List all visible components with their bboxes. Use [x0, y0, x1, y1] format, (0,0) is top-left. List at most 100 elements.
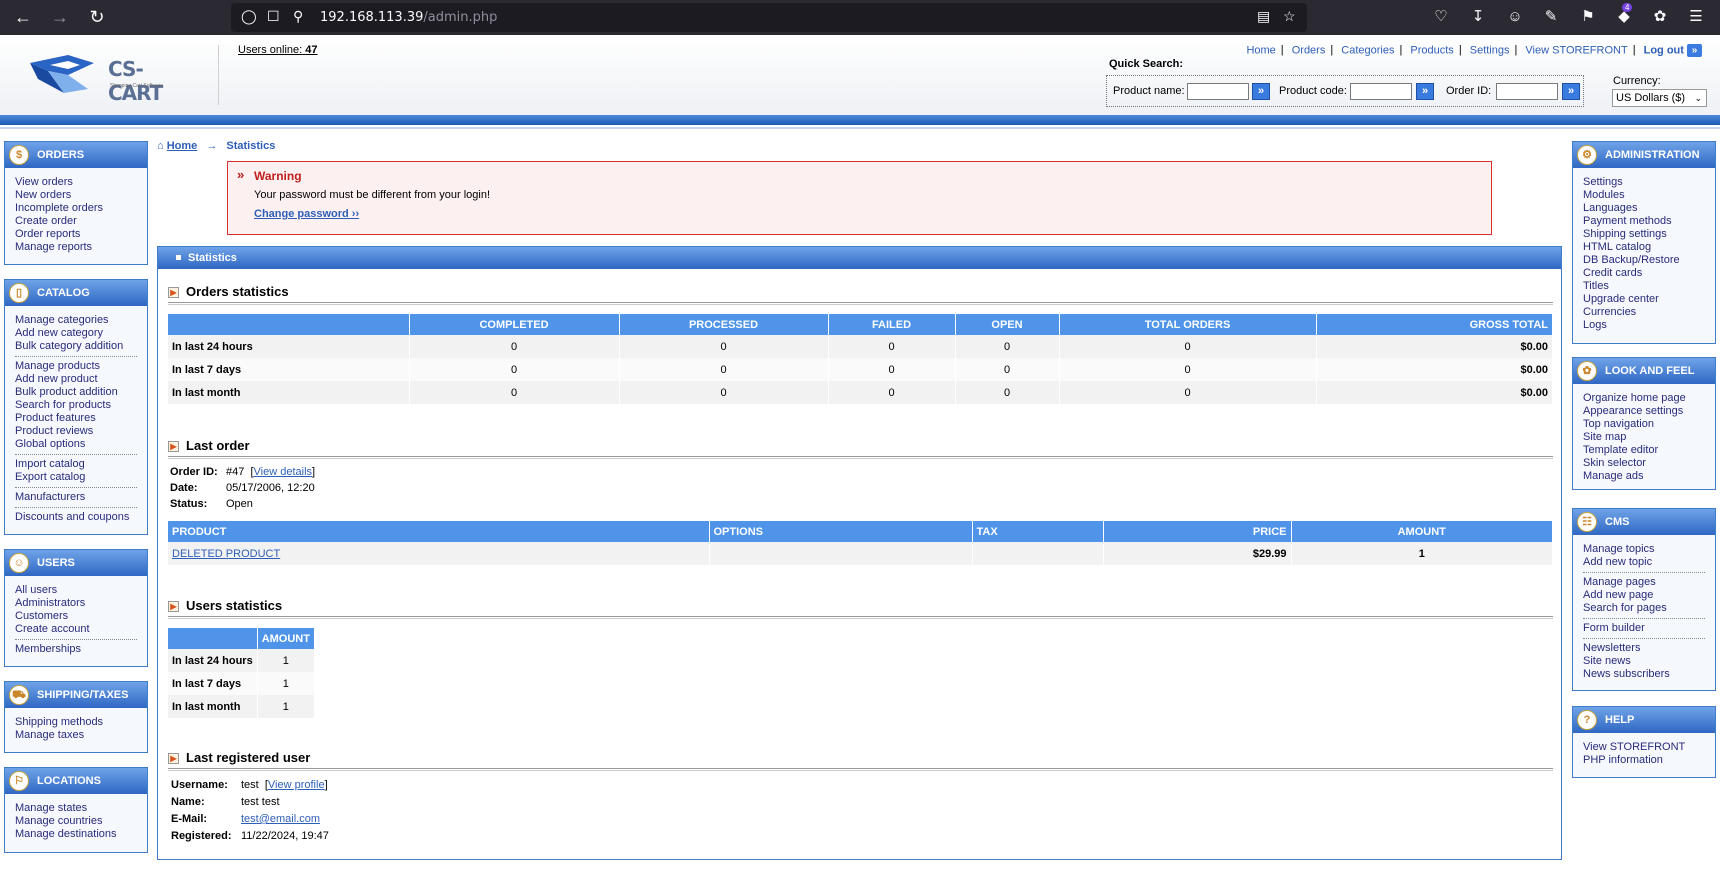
sidebar-item-search-for-products[interactable]: Search for products	[15, 399, 137, 412]
nav-categories[interactable]: Categories	[1341, 44, 1394, 56]
extensions-icon[interactable]: ✎	[1541, 7, 1561, 27]
home-icon[interactable]: ⌂	[157, 140, 164, 152]
product-name-input[interactable]	[1187, 83, 1249, 100]
sidebar-item-bulk-category-addition[interactable]: Bulk category addition	[15, 340, 137, 353]
sidebar-item-manage-products[interactable]: Manage products	[15, 360, 137, 373]
users-online[interactable]: Users online: 47	[238, 44, 318, 56]
sidebar-item-db-backup-restore[interactable]: DB Backup/Restore	[1583, 254, 1705, 267]
sidebar-item-manage-reports[interactable]: Manage reports	[15, 241, 137, 254]
menu-icon[interactable]: ☰	[1686, 7, 1706, 27]
sidebar-item-product-reviews[interactable]: Product reviews	[15, 425, 137, 438]
view-profile-link[interactable]: View profile	[268, 779, 325, 791]
sidebar-item-add-new-topic[interactable]: Add new topic	[1583, 556, 1705, 569]
sidebar-item-organize-home-page[interactable]: Organize home page	[1583, 392, 1705, 405]
lock-insecure-icon[interactable]: ☐	[267, 8, 280, 25]
sidebar-item-appearance-settings[interactable]: Appearance settings	[1583, 405, 1705, 418]
sidebar-item-form-builder[interactable]: Form builder	[1583, 622, 1705, 635]
account-icon[interactable]: ☺	[1505, 7, 1525, 27]
sidebar-item-customers[interactable]: Customers	[15, 610, 137, 623]
sidebar-item-site-news[interactable]: Site news	[1583, 655, 1705, 668]
sidebar-item-add-new-page[interactable]: Add new page	[1583, 589, 1705, 602]
nav-orders[interactable]: Orders	[1292, 44, 1326, 56]
sidebar-item-order-reports[interactable]: Order reports	[15, 228, 137, 241]
product-code-input[interactable]	[1350, 83, 1412, 100]
sidebar-item-export-catalog[interactable]: Export catalog	[15, 471, 137, 484]
sidebar-item-import-catalog[interactable]: Import catalog	[15, 458, 137, 471]
sidebar-item-add-new-category[interactable]: Add new category	[15, 327, 137, 340]
sidebar-item-titles[interactable]: Titles	[1583, 280, 1705, 293]
sidebar-item-new-orders[interactable]: New orders	[15, 189, 137, 202]
logout-link[interactable]: Log out	[1644, 44, 1684, 56]
pocket-icon[interactable]: ♡	[1431, 7, 1451, 27]
sidebar-item-site-map[interactable]: Site map	[1583, 431, 1705, 444]
sidebar-item-product-features[interactable]: Product features	[15, 412, 137, 425]
bookmark-star-icon[interactable]: ☆	[1283, 8, 1296, 25]
nav-products[interactable]: Products	[1410, 44, 1453, 56]
product-code-search-button[interactable]: »	[1416, 83, 1434, 100]
reader-view-icon[interactable]: ▤	[1257, 8, 1270, 25]
sidebar-item-languages[interactable]: Languages	[1583, 202, 1705, 215]
product-name-search-button[interactable]: »	[1252, 83, 1270, 100]
email-link[interactable]: test@email.com	[241, 813, 320, 825]
sidebar-item-php-information[interactable]: PHP information	[1583, 754, 1705, 767]
sidebar-item-create-account[interactable]: Create account	[15, 623, 137, 636]
sidebar-item-credit-cards[interactable]: Credit cards	[1583, 267, 1705, 280]
sidebar-item-manage-destinations[interactable]: Manage destinations	[15, 828, 137, 841]
cs-cart-logo[interactable]: CS-CART Shopping Cart Software	[28, 51, 188, 105]
sidebar-item-payment-methods[interactable]: Payment methods	[1583, 215, 1705, 228]
change-password-link[interactable]: Change password ››	[254, 208, 359, 220]
sidebar-item-shipping-methods[interactable]: Shipping methods	[15, 716, 137, 729]
reload-icon[interactable]: ↻	[85, 6, 109, 28]
order-id-input[interactable]	[1496, 83, 1558, 100]
nav-view-storefront[interactable]: View STOREFRONT	[1525, 44, 1627, 56]
sidebar-item-memberships[interactable]: Memberships	[15, 643, 137, 656]
key-icon[interactable]: ⚲	[293, 8, 303, 25]
sidebar-item-template-editor[interactable]: Template editor	[1583, 444, 1705, 457]
sidebar-item-manage-pages[interactable]: Manage pages	[1583, 576, 1705, 589]
sidebar-item-logs[interactable]: Logs	[1583, 319, 1705, 332]
sidebar-item-modules[interactable]: Modules	[1583, 189, 1705, 202]
sidebar-item-settings[interactable]: Settings	[1583, 176, 1705, 189]
flag-extension-icon[interactable]: ⚑	[1578, 7, 1598, 27]
address-bar[interactable]: ◯ ☐ ⚲ 192.168.113.39/admin.php ▤ ☆	[231, 3, 1307, 32]
cookie-icon[interactable]: ✿	[1650, 7, 1670, 27]
sidebar-item-global-options[interactable]: Global options	[15, 438, 137, 451]
sidebar-item-discounts-and-coupons[interactable]: Discounts and coupons	[15, 511, 137, 524]
sidebar-item-upgrade-center[interactable]: Upgrade center	[1583, 293, 1705, 306]
order-id-search-button[interactable]: »	[1562, 83, 1580, 100]
sidebar-item-create-order[interactable]: Create order	[15, 215, 137, 228]
shield-icon[interactable]: ◯	[241, 8, 257, 25]
sidebar-item-manage-topics[interactable]: Manage topics	[1583, 543, 1705, 556]
sidebar-item-manage-categories[interactable]: Manage categories	[15, 314, 137, 327]
deleted-product-link[interactable]: DELETED PRODUCT	[172, 548, 280, 560]
sidebar-item-top-navigation[interactable]: Top navigation	[1583, 418, 1705, 431]
sidebar-item-search-for-pages[interactable]: Search for pages	[1583, 602, 1705, 615]
sidebar-item-currencies[interactable]: Currencies	[1583, 306, 1705, 319]
sidebar-item-incomplete-orders[interactable]: Incomplete orders	[15, 202, 137, 215]
sidebar-item-add-new-product[interactable]: Add new product	[15, 373, 137, 386]
sidebar-item-newsletters[interactable]: Newsletters	[1583, 642, 1705, 655]
view-details-link[interactable]: View details	[254, 466, 313, 478]
sidebar-item-administrators[interactable]: Administrators	[15, 597, 137, 610]
sidebar-item-skin-selector[interactable]: Skin selector	[1583, 457, 1705, 470]
url-text[interactable]: 192.168.113.39/admin.php	[320, 10, 497, 25]
currency-select[interactable]: US Dollars ($) ⌄	[1612, 89, 1707, 107]
sidebar-item-news-subscribers[interactable]: News subscribers	[1583, 668, 1705, 681]
sidebar-item-shipping-settings[interactable]: Shipping settings	[1583, 228, 1705, 241]
back-icon[interactable]: ←	[11, 6, 35, 28]
sidebar-item-all-users[interactable]: All users	[15, 584, 137, 597]
sidebar-item-manage-states[interactable]: Manage states	[15, 802, 137, 815]
sidebar-item-manage-countries[interactable]: Manage countries	[15, 815, 137, 828]
sidebar-item-manage-taxes[interactable]: Manage taxes	[15, 729, 137, 742]
sidebar-item-view-orders[interactable]: View orders	[15, 176, 137, 189]
logout-arrow-icon[interactable]: »	[1687, 44, 1702, 57]
sidebar-item-bulk-product-addition[interactable]: Bulk product addition	[15, 386, 137, 399]
sidebar-item-view-storefront[interactable]: View STOREFRONT	[1583, 741, 1705, 754]
sidebar-item-manage-ads[interactable]: Manage ads	[1583, 470, 1705, 483]
sidebar-item-manufacturers[interactable]: Manufacturers	[15, 491, 137, 504]
sidebar-item-html-catalog[interactable]: HTML catalog	[1583, 241, 1705, 254]
nav-home[interactable]: Home	[1246, 44, 1275, 56]
download-icon[interactable]: ↧	[1468, 7, 1488, 27]
breadcrumb-home[interactable]: Home	[167, 140, 198, 152]
forward-icon[interactable]: →	[48, 6, 72, 28]
